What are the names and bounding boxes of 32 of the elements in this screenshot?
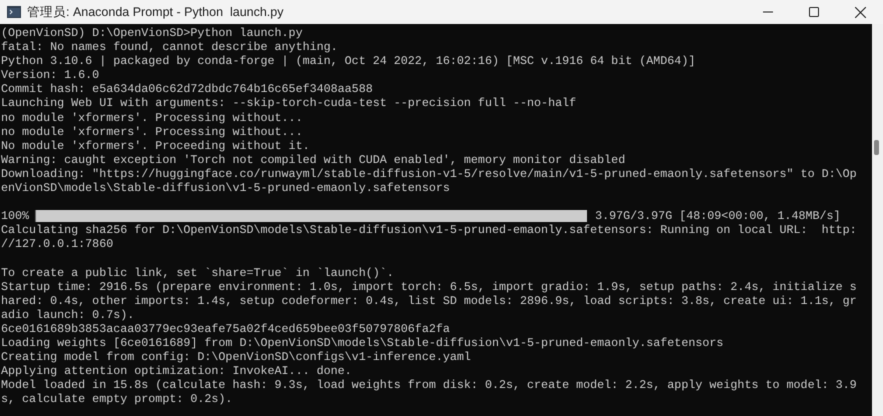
console-line: (OpenVionSD) D:\OpenVionSD>Python launch.py [1,26,303,40]
console-line: enVionSD\models\Stable-diffusion\v1-5-pruned-emaonly.safetensors [1,181,450,196]
console-line: Calculating sha256 for D:\OpenVionSD\models\Stable-diffusion\v1-5-pruned-emaonly.safetensors: Running on local URL: http: [1,223,857,238]
console-line: Commit hash: e5a634da06c62d72dbdc764b16c65ef3408aa588 [1,82,373,96]
console-line: Warning: caught exception 'Torch not compiled with CUDA enabled', memory monitor disabled [1,152,626,167]
console-line: Launching Web UI with arguments: --skip-torch-cuda-test --precision full --no-half [1,96,576,111]
console-line: fatal: No names found, cannot describe anything. [1,40,338,54]
scrollbar-thumb[interactable] [874,140,879,155]
console-line: adio launch: 0.7s). [1,308,134,322]
console-line: s, calculate empty prompt: 0.2s). [1,392,232,407]
console-line: no module 'xformers'. Processing without... [1,110,303,125]
console-line: Applying attention optimization: InvokeAI... done. [1,364,352,378]
terminal-icon [7,6,21,18]
console-line: //127.0.0.1:7860 [1,237,114,252]
console-line: Loading weights [6ce0161689] from D:\OpenVionSD\models\Stable-diffusion\v1-5-pruned-emaonly.safetensors [1,336,724,350]
console-line: To create a public link, set `share=True` in `launch()`. [1,266,394,280]
console-line: Startup time: 2916.5s (prepare environment: 1.0s, import torch: 6.5s, import gradio: 1.9s, setup paths: 2.4s, initialize s [1,280,857,294]
console-line: hared: 0.4s, other imports: 1.4s, setup codeformer: 0.4s, list SD models: 2896.9s, load scripts: 3.8s, create ui: 1.1s, gr [1,294,857,308]
console-line: Creating model from config: D:\OpenVionSD\configs\v1-inference.yaml [1,350,471,364]
console-line: no module 'xformers'. Processing without... [1,124,303,139]
close-icon [854,6,866,18]
maximize-icon [809,7,819,17]
console-line: No module 'xformers'. Proceeding without it. [1,138,310,153]
console-line: Model loaded in 15.8s (calculate hash: 9.3s, load weights from disk: 0.2s, create model: 2.2s, apply weights to model: 3.9 [1,378,857,392]
window-title: 管理员: Anaconda Prompt - Python launch.py [27,4,284,21]
console-line: Python 3.10.6 | packaged by conda-forge | (main, Oct 24 2022, 16:02:16) [MSC v.1916 64 bit (AMD64)] [1,54,696,68]
scrollbar[interactable] [872,24,883,416]
progress-reading: 3.97G/3.97G [48:09<00:00, 1.48MB/s] [595,209,841,224]
console-line: 6ce0161689b3853acaa03779ec93eafe75a02f4ced659bee03f50797806fa2fa [1,322,450,336]
progress-percent: 100% [1,209,30,224]
console-line: Downloading: "https://huggingface.co/runwayml/stable-diffusion-v1-5/resolve/main/v1-5-pruned-emaonly.safetensors" to D:\Op [1,166,857,182]
console-line: Version: 1.6.0 [1,68,100,82]
